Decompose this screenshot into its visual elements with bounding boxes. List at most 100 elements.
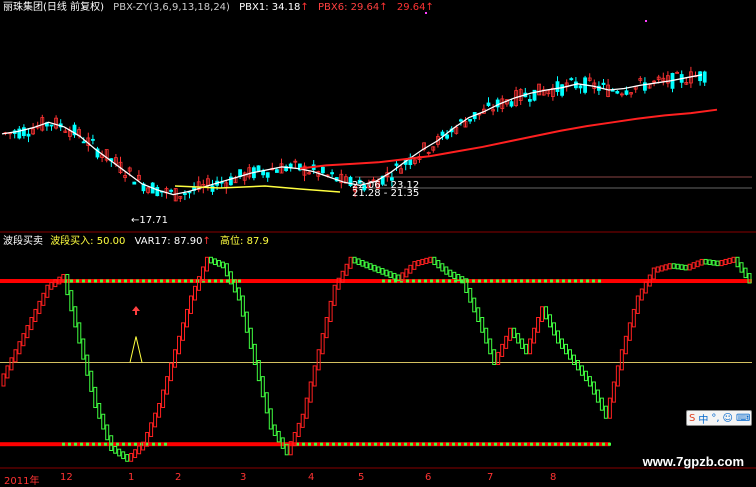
var17-box	[344, 263, 349, 276]
candle-body	[601, 82, 606, 85]
ime-language[interactable]: 中	[698, 411, 708, 426]
signal-arrow-icon	[132, 306, 140, 315]
candle-body	[528, 99, 532, 102]
band-dot	[302, 442, 305, 446]
time-label: 8	[550, 472, 557, 483]
band-dot	[422, 442, 425, 446]
var17-box	[137, 445, 142, 455]
var17-box	[392, 272, 397, 280]
band-dot	[158, 442, 161, 446]
band-dot	[122, 442, 125, 446]
ime-toolbar[interactable]: S 中 °, ☺ ⌨	[686, 410, 752, 426]
var17-box	[129, 452, 134, 462]
var17-box	[727, 257, 732, 264]
band-dot	[532, 279, 535, 283]
ime-punct-icon[interactable]: °,	[711, 413, 719, 424]
candle-body	[91, 138, 95, 141]
band-dot	[118, 279, 121, 283]
band-dot	[308, 442, 311, 446]
ime-keyboard-icon[interactable]: ⌨	[736, 413, 750, 424]
band-dot	[586, 279, 589, 283]
band-dot	[92, 442, 95, 446]
band-dot	[142, 279, 145, 283]
candle-body	[486, 102, 491, 106]
band-dot	[472, 279, 475, 283]
band-dot	[76, 279, 79, 283]
var17-box	[21, 333, 26, 347]
band-dot	[590, 442, 593, 446]
band-dot	[160, 279, 163, 283]
band-dot	[94, 279, 97, 283]
ime-smile-icon[interactable]: ☺	[723, 413, 733, 424]
band-dot	[608, 442, 611, 446]
band-dot	[314, 442, 317, 446]
band-dot	[524, 442, 527, 446]
band-dot	[574, 279, 577, 283]
band-dot	[436, 279, 439, 283]
time-label: 3	[240, 472, 247, 483]
var17-value: VAR17: 87.90	[134, 236, 203, 247]
up-arrow-icon: ↑	[425, 2, 434, 13]
var17-box	[212, 258, 217, 266]
var17-box	[101, 413, 106, 430]
time-label: 12	[60, 472, 73, 483]
var17-box	[512, 327, 517, 339]
band-dot	[476, 442, 479, 446]
var17-box	[376, 266, 381, 274]
var17-box	[544, 306, 549, 320]
band-dot	[332, 442, 335, 446]
var17-box	[300, 413, 305, 428]
var17-box	[380, 268, 385, 275]
var17-box	[252, 343, 257, 365]
candle-body	[274, 169, 279, 173]
candle-body	[468, 118, 473, 122]
band-dot	[602, 442, 605, 446]
low-price-label: ←17.71	[131, 215, 169, 226]
band-dot	[80, 442, 83, 446]
var17-box	[627, 322, 632, 341]
var17-box	[9, 357, 14, 371]
var17-box	[715, 260, 720, 267]
var17-box	[360, 260, 365, 267]
var17-box	[332, 284, 337, 306]
var17-box	[165, 376, 170, 395]
band-dot	[344, 442, 347, 446]
band-dot	[596, 442, 599, 446]
var17-box	[17, 341, 22, 355]
band-dot	[398, 442, 401, 446]
var17-box	[49, 282, 54, 290]
var17-box	[85, 354, 90, 376]
var17-box	[679, 264, 684, 270]
band-dot	[410, 442, 413, 446]
var17-box	[240, 295, 245, 317]
var17-box	[743, 267, 748, 279]
pbx1-value: PBX1: 34.18	[239, 2, 301, 13]
band-dot	[172, 279, 175, 283]
var17-box	[117, 448, 122, 457]
band-dot	[512, 442, 515, 446]
var17-box	[388, 271, 393, 278]
band-dot	[526, 279, 529, 283]
var17-box	[488, 338, 493, 355]
var17-box	[683, 264, 688, 271]
band-dot	[166, 279, 169, 283]
var17-box	[41, 292, 46, 306]
band-dot	[68, 442, 71, 446]
band-dot	[392, 442, 395, 446]
var17-box	[356, 258, 361, 266]
band-dot	[82, 279, 85, 283]
band-dot	[542, 442, 545, 446]
band-dot	[388, 279, 391, 283]
var17-box	[244, 311, 249, 333]
var17-box	[567, 349, 572, 360]
var17-box	[308, 381, 313, 403]
band-dot	[124, 279, 127, 283]
candle-body	[261, 170, 266, 176]
var17-box	[675, 263, 680, 270]
var17-box	[320, 333, 325, 355]
candle-body	[132, 181, 137, 185]
var17-box	[607, 397, 612, 419]
var17-box	[248, 327, 253, 349]
candle-body	[155, 186, 160, 197]
band-dot	[428, 442, 431, 446]
